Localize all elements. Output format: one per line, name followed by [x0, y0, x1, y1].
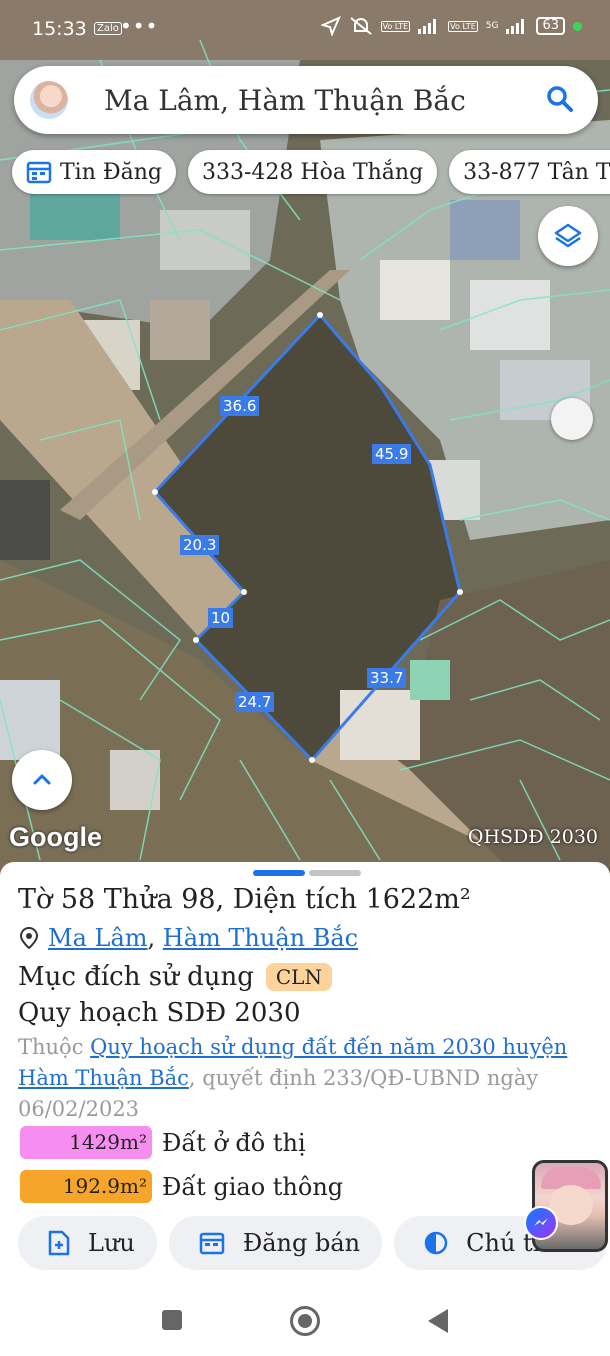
status-bar: 15:33 Zalo ••• Vo LTE Vo LTE 5G 63: [0, 0, 610, 60]
google-logo: Google: [9, 822, 102, 852]
floating-assistive-button[interactable]: [551, 398, 593, 440]
chip-listing[interactable]: 333-428 Hòa Thắng: [188, 150, 438, 194]
plan-description: Thuộc Quy hoạch sử dụng đất đến năm 2030…: [18, 1032, 578, 1125]
chip-label: 333-428 Hòa Thắng: [202, 159, 424, 185]
edge-length-label: 10: [208, 608, 234, 628]
location-pin-icon: [20, 927, 38, 949]
zalo-notification-icon: Zalo: [94, 22, 122, 35]
add-file-icon: [48, 1230, 70, 1256]
edge-length-label: 20.3: [180, 535, 220, 555]
legend-swatch: 192.9m²: [20, 1170, 152, 1203]
post-for-sale-button[interactable]: Đăng bán: [168, 1216, 383, 1270]
layer-caption: QHSDĐ 2030: [467, 826, 598, 848]
mute-icon: [349, 17, 372, 35]
calendar-icon: [26, 161, 52, 184]
post-for-sale-label: Đăng bán: [242, 1229, 361, 1257]
legend-label: Đất ở đô thị: [162, 1128, 306, 1157]
location-arrow-icon: [320, 16, 341, 36]
land-use-code-badge: CLN: [265, 963, 332, 991]
chip-tin-dang[interactable]: Tin Đăng: [12, 150, 176, 194]
system-navigation-bar: [0, 1282, 610, 1356]
location-separator: ,: [147, 924, 163, 952]
save-button[interactable]: Lưu: [18, 1216, 157, 1270]
layers-icon: [554, 223, 582, 248]
search-icon[interactable]: [544, 83, 576, 115]
home-button[interactable]: [290, 1306, 320, 1336]
network-type: 5G: [485, 21, 499, 31]
signal-icon: [506, 18, 528, 34]
back-button[interactable]: [428, 1309, 448, 1333]
plan-title: Quy hoạch SDĐ 2030: [18, 998, 301, 1028]
purpose-row: Mục đích sử dụng CLN: [18, 962, 332, 992]
calendar-icon: [199, 1232, 225, 1255]
commune-link[interactable]: Ma Lâm: [48, 924, 148, 952]
status-time: 15:33: [32, 18, 87, 40]
plan-desc-prefix: Thuộc: [18, 1035, 91, 1059]
edge-length-label: 45.9: [372, 444, 412, 464]
legend-swatch: 1429m²: [20, 1126, 152, 1159]
parcel-title: Tờ 58 Thửa 98, Diện tích 1622m²: [18, 884, 471, 915]
legend-label: Đất giao thông: [162, 1172, 344, 1201]
volte-badge: Vo LTE: [448, 20, 478, 32]
battery-icon: 63: [536, 17, 565, 35]
save-label: Lưu: [88, 1229, 135, 1257]
avatar[interactable]: [30, 81, 68, 119]
chip-label: 33-877 Tân Thà: [463, 159, 610, 185]
sheet-handle[interactable]: [253, 870, 361, 876]
legend-row: 1429m² Đất ở đô thị: [20, 1126, 306, 1159]
purpose-label: Mục đích sử dụng: [18, 962, 254, 992]
chip-listing[interactable]: 33-877 Tân Thà: [449, 150, 610, 194]
chevron-up-icon: [33, 774, 51, 785]
recents-button[interactable]: [162, 1310, 182, 1330]
location-row: Ma Lâm , Hàm Thuận Bắc: [20, 924, 358, 952]
edge-length-label: 36.6: [220, 396, 260, 416]
map-view[interactable]: 36.6 45.9 20.3 10 24.7 33.7 15:33 Zalo •…: [0, 0, 610, 880]
more-notifications-icon: •••: [120, 14, 159, 38]
legend-row: 192.9m² Đất giao thông: [20, 1170, 343, 1203]
edge-length-label: 33.7: [367, 668, 407, 688]
action-buttons: Lưu Đăng bán Chú thích: [18, 1216, 607, 1270]
search-bar[interactable]: Ma Lâm, Hàm Thuận Bắc: [14, 66, 598, 134]
layers-button[interactable]: [538, 206, 598, 266]
edge-length-label: 24.7: [235, 692, 275, 712]
status-dot-icon: [573, 21, 582, 31]
expand-up-button[interactable]: [12, 750, 72, 810]
district-link[interactable]: Hàm Thuận Bắc: [163, 924, 358, 952]
signal-icon: [418, 18, 440, 34]
search-query[interactable]: Ma Lâm, Hàm Thuận Bắc: [104, 84, 466, 117]
half-circle-icon: [424, 1231, 448, 1255]
messenger-icon: [524, 1206, 558, 1240]
parcel-info-sheet: Tờ 58 Thửa 98, Diện tích 1622m² Ma Lâm ,…: [0, 862, 610, 1282]
filter-chips: Tin Đăng 333-428 Hòa Thắng 33-877 Tân Th…: [12, 150, 610, 194]
chip-label: Tin Đăng: [60, 159, 162, 185]
volte-badge: Vo LTE: [380, 20, 411, 32]
